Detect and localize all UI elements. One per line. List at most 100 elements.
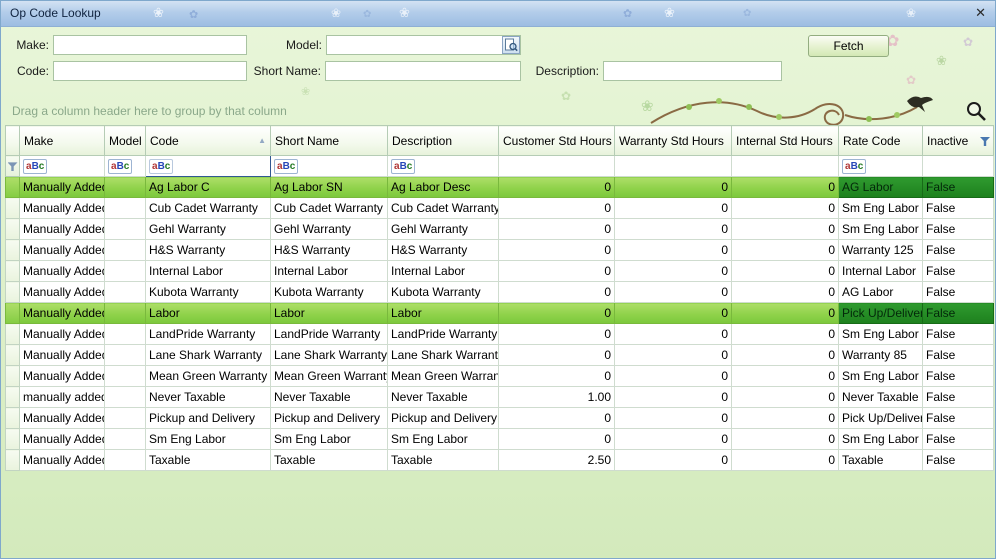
cell-code[interactable]: Ag Labor C: [145, 176, 271, 198]
group-by-panel[interactable]: Drag a column header here to group by th…: [5, 97, 991, 125]
grid-row[interactable]: Manually Added Ag Labor C Ag Labor SN Ag La…: [5, 176, 994, 198]
filter-cell-model[interactable]: aBc: [104, 155, 146, 177]
cell-internal_std_hours[interactable]: 0: [731, 218, 839, 240]
filter-cell-description[interactable]: aBc: [387, 155, 499, 177]
row-indicator[interactable]: [5, 218, 20, 240]
cell-code[interactable]: Pickup and Delivery: [145, 407, 271, 429]
cell-customer_std_hours[interactable]: 0: [498, 260, 615, 282]
cell-warranty_std_hours[interactable]: 0: [614, 428, 732, 450]
cell-model[interactable]: [104, 218, 146, 240]
search-button[interactable]: [965, 99, 989, 123]
cell-rate_code[interactable]: Sm Eng Labor: [838, 197, 923, 219]
cell-code[interactable]: Gehl Warranty: [145, 218, 271, 240]
cell-warranty_std_hours[interactable]: 0: [614, 323, 732, 345]
row-indicator[interactable]: [5, 281, 20, 303]
cell-internal_std_hours[interactable]: 0: [731, 176, 839, 198]
cell-short_name[interactable]: Ag Labor SN: [270, 176, 388, 198]
row-indicator[interactable]: [5, 365, 20, 387]
cell-inactive[interactable]: False: [922, 176, 994, 198]
cell-rate_code[interactable]: Taxable: [838, 449, 923, 471]
filter-cell-make[interactable]: aBc: [19, 155, 105, 177]
code-input[interactable]: [53, 61, 247, 81]
short-name-input[interactable]: [325, 61, 521, 81]
grid-row[interactable]: manually added Never Taxable Never Taxable…: [5, 386, 994, 408]
filter-cell-rate_code[interactable]: aBc: [838, 155, 923, 177]
cell-warranty_std_hours[interactable]: 0: [614, 197, 732, 219]
cell-short_name[interactable]: H&S Warranty: [270, 239, 388, 261]
cell-rate_code[interactable]: AG Labor: [838, 176, 923, 198]
cell-make[interactable]: Manually Added: [19, 302, 105, 324]
cell-code[interactable]: LandPride Warranty: [145, 323, 271, 345]
cell-inactive[interactable]: False: [922, 407, 994, 429]
cell-model[interactable]: [104, 386, 146, 408]
cell-short_name[interactable]: Taxable: [270, 449, 388, 471]
cell-warranty_std_hours[interactable]: 0: [614, 302, 732, 324]
cell-warranty_std_hours[interactable]: 0: [614, 281, 732, 303]
cell-internal_std_hours[interactable]: 0: [731, 260, 839, 282]
grid-row[interactable]: Manually Added H&S Warranty H&S Warranty H&…: [5, 239, 994, 261]
cell-warranty_std_hours[interactable]: 0: [614, 407, 732, 429]
cell-internal_std_hours[interactable]: 0: [731, 407, 839, 429]
cell-inactive[interactable]: False: [922, 218, 994, 240]
column-header-internal_std_hours[interactable]: Internal Std Hours: [731, 125, 839, 156]
cell-code[interactable]: Internal Labor: [145, 260, 271, 282]
cell-model[interactable]: [104, 407, 146, 429]
cell-internal_std_hours[interactable]: 0: [731, 365, 839, 387]
grid-row[interactable]: Manually Added Labor Labor Labor 0 0 0 Pick Up/…: [5, 302, 994, 324]
cell-model[interactable]: [104, 302, 146, 324]
cell-short_name[interactable]: Kubota Warranty: [270, 281, 388, 303]
cell-make[interactable]: Manually Added: [19, 365, 105, 387]
column-header-model[interactable]: Model: [104, 125, 146, 156]
cell-warranty_std_hours[interactable]: 0: [614, 239, 732, 261]
column-header-short_name[interactable]: Short Name: [270, 125, 388, 156]
cell-warranty_std_hours[interactable]: 0: [614, 260, 732, 282]
op-code-grid[interactable]: Make Model Code ▲ Short Name Description Custo…: [5, 125, 994, 471]
grid-row[interactable]: Manually Added Mean Green Warranty Mean Gr…: [5, 365, 994, 387]
cell-rate_code[interactable]: Warranty 85: [838, 344, 923, 366]
cell-short_name[interactable]: Gehl Warranty: [270, 218, 388, 240]
cell-model[interactable]: [104, 449, 146, 471]
cell-inactive[interactable]: False: [922, 428, 994, 450]
cell-make[interactable]: Manually Added: [19, 239, 105, 261]
cell-make[interactable]: Manually Added: [19, 323, 105, 345]
cell-make[interactable]: Manually Added: [19, 218, 105, 240]
cell-rate_code[interactable]: Sm Eng Labor: [838, 428, 923, 450]
cell-customer_std_hours[interactable]: 0: [498, 239, 615, 261]
column-header-code[interactable]: Code ▲: [145, 125, 271, 156]
cell-internal_std_hours[interactable]: 0: [731, 449, 839, 471]
cell-rate_code[interactable]: Never Taxable: [838, 386, 923, 408]
row-indicator[interactable]: [5, 197, 20, 219]
cell-short_name[interactable]: Cub Cadet Warranty: [270, 197, 388, 219]
column-header-warranty_std_hours[interactable]: Warranty Std Hours: [614, 125, 732, 156]
cell-internal_std_hours[interactable]: 0: [731, 197, 839, 219]
cell-code[interactable]: Mean Green Warranty: [145, 365, 271, 387]
cell-model[interactable]: [104, 428, 146, 450]
cell-model[interactable]: [104, 323, 146, 345]
model-lookup-button[interactable]: [502, 36, 520, 54]
filter-cell-inactive[interactable]: = False: [922, 155, 994, 177]
cell-make[interactable]: Manually Added: [19, 428, 105, 450]
cell-customer_std_hours[interactable]: 0: [498, 407, 615, 429]
filter-cell-internal_std_hours[interactable]: =: [731, 155, 839, 177]
grid-row[interactable]: Manually Added Kubota Warranty Kubota Warr…: [5, 281, 994, 303]
row-indicator[interactable]: [5, 428, 20, 450]
cell-code[interactable]: H&S Warranty: [145, 239, 271, 261]
description-input[interactable]: [603, 61, 782, 81]
cell-description[interactable]: Gehl Warranty: [387, 218, 499, 240]
cell-short_name[interactable]: Pickup and Delivery: [270, 407, 388, 429]
cell-customer_std_hours[interactable]: 0: [498, 302, 615, 324]
cell-rate_code[interactable]: Pick Up/Delivery: [838, 407, 923, 429]
cell-warranty_std_hours[interactable]: 0: [614, 176, 732, 198]
cell-short_name[interactable]: Internal Labor: [270, 260, 388, 282]
cell-inactive[interactable]: False: [922, 323, 994, 345]
cell-warranty_std_hours[interactable]: 0: [614, 449, 732, 471]
cell-internal_std_hours[interactable]: 0: [731, 386, 839, 408]
cell-make[interactable]: Manually Added: [19, 176, 105, 198]
row-indicator[interactable]: [5, 323, 20, 345]
cell-inactive[interactable]: False: [922, 281, 994, 303]
grid-row[interactable]: Manually Added LandPride Warranty LandPrid…: [5, 323, 994, 345]
filter-icon[interactable]: [980, 137, 990, 146]
fetch-button[interactable]: Fetch: [808, 35, 889, 57]
column-header-description[interactable]: Description: [387, 125, 499, 156]
cell-description[interactable]: Ag Labor Desc: [387, 176, 499, 198]
